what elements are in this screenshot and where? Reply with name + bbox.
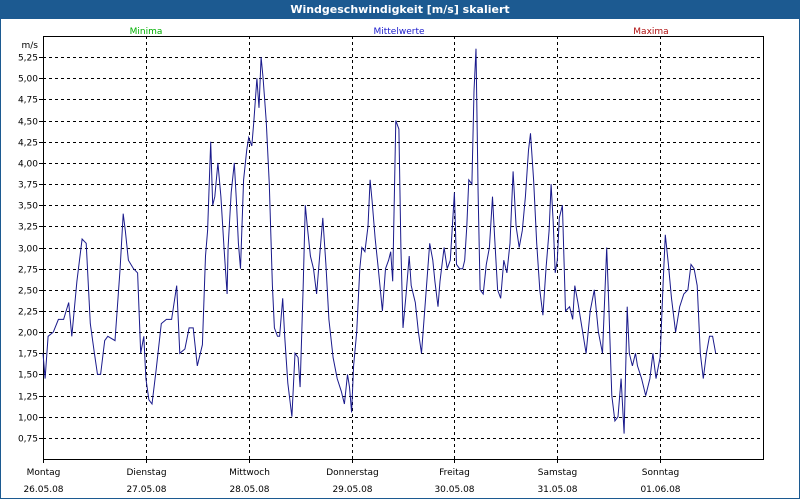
x-tick-day-label: Mittwoch [229,468,270,478]
chart-window: Windgeschwindigkeit [m/s] skaliert Minim… [0,0,800,500]
legend-item-maxima: Maxima [633,27,668,37]
x-tick-date-label: 26.05.08 [23,485,63,495]
wind-speed-chart: Minima Mittelwerte Maxima m/s 0,75 1,00 1,25… [18,27,764,495]
y-tick-label: 4,00 [18,160,38,170]
y-tick-label: 2,75 [18,266,38,276]
window-title: Windgeschwindigkeit [m/s] skaliert [0,0,800,19]
x-tick-date-label: 29.05.08 [332,485,372,495]
x-tick-day-label: Dienstag [126,468,166,478]
y-tick-label: 4,50 [18,118,38,128]
y-tick-label: 4,75 [18,96,38,106]
y-tick-label: 1,00 [18,414,38,424]
x-tick-date-label: 30.05.08 [434,485,474,495]
y-tick-label: 0,75 [18,435,38,445]
chart-panel: Minima Mittelwerte Maxima m/s 0,75 1,00 1,25… [0,19,800,499]
x-tick-date-label: 27.05.08 [126,485,166,495]
y-tick-label: 3,00 [18,245,38,255]
x-tick-day-label: Montag [27,468,61,478]
x-tick-date-label: 31.05.08 [537,485,577,495]
x-tick-day-label: Sonntag [642,468,679,478]
y-tick-label: 4,25 [18,139,38,149]
x-tick-date-label: 28.05.08 [229,485,269,495]
series-line-mittelwerte [42,48,717,434]
y-axis-ticks: 0,75 1,00 1,25 1,50 1,75 2,00 2,25 2,50 2,75 3,00… [18,54,43,445]
grid-lines [43,36,763,459]
y-tick-label: 5,25 [18,54,38,64]
y-tick-label: 1,25 [18,393,38,403]
x-tick-day-label: Donnerstag [326,468,379,478]
legend-item-mittelwerte: Mittelwerte [373,27,424,37]
y-tick-label: 3,75 [18,181,38,191]
y-tick-label: 5,00 [18,75,38,85]
y-tick-label: 2,50 [18,287,38,297]
x-tick-day-label: Samstag [538,468,577,478]
y-tick-label: 3,50 [18,202,38,212]
y-tick-label: 2,25 [18,308,38,318]
x-axis-ticks: Montag 26.05.08 Dienstag 27.05.08 Mittwoch 28… [23,459,681,495]
legend: Minima Mittelwerte Maxima [130,27,669,37]
y-tick-label: 2,00 [18,329,38,339]
x-tick-date-label: 01.06.08 [640,485,680,495]
legend-item-minima: Minima [130,27,163,37]
y-axis-label: m/s [22,41,39,51]
x-tick-day-label: Freitag [439,468,470,478]
y-tick-label: 1,50 [18,371,38,381]
y-tick-label: 1,75 [18,350,38,360]
y-tick-label: 3,25 [18,223,38,233]
